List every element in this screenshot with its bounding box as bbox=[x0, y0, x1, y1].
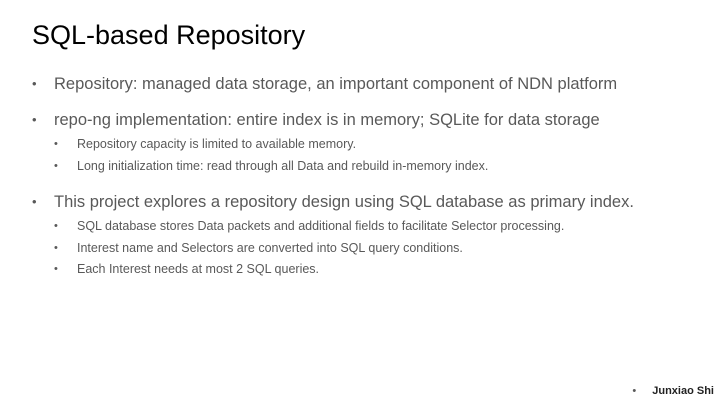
sub-bullet-text: Each Interest needs at most 2 SQL querie… bbox=[77, 262, 320, 276]
sub-bullet-item: • Long initialization time: read through… bbox=[54, 156, 712, 178]
bullet-icon: • bbox=[54, 138, 58, 150]
sub-bullet-text: Interest name and Selectors are converte… bbox=[77, 240, 463, 255]
sub-bullet-item: • SQL database stores Data packets and a… bbox=[54, 216, 712, 238]
bullet-group: • repo-ng implementation: entire index i… bbox=[32, 109, 712, 177]
bullet-item: • This project explores a repository des… bbox=[32, 191, 712, 213]
bullet-icon: • bbox=[32, 194, 37, 209]
bullet-list: • Repository: managed data storage, an i… bbox=[32, 73, 712, 295]
bullet-group: • Repository: managed data storage, an i… bbox=[32, 73, 712, 95]
bullet-icon: • bbox=[54, 159, 58, 172]
sub-bullet-item: • Each Interest needs at most 2 SQL quer… bbox=[54, 259, 712, 281]
footer-author: Junxiao Shi bbox=[652, 385, 714, 397]
sub-bullet-list: • Repository capacity is limited to avai… bbox=[32, 134, 712, 177]
sub-bullet-text: SQL database stores Data packets and add… bbox=[77, 219, 565, 233]
bullet-icon: • bbox=[32, 76, 37, 91]
bullet-item: • repo-ng implementation: entire index i… bbox=[32, 109, 712, 131]
sub-bullet-text: Long initialization time: read through a… bbox=[77, 158, 489, 173]
bullet-icon: • bbox=[54, 220, 58, 232]
sub-bullet-list: • SQL database stores Data packets and a… bbox=[32, 216, 712, 281]
bullet-icon: • bbox=[632, 385, 637, 397]
bullet-icon: • bbox=[32, 112, 37, 127]
slide-footer: • Junxiao Shi bbox=[632, 385, 714, 397]
sub-bullet-item: • Interest name and Selectors are conver… bbox=[54, 238, 712, 260]
slide-title: SQL-based Repository bbox=[32, 20, 306, 50]
bullet-text: repo-ng implementation: entire index is … bbox=[54, 111, 600, 129]
bullet-item: • Repository: managed data storage, an i… bbox=[32, 73, 712, 95]
bullet-text: Repository: managed data storage, an imp… bbox=[54, 75, 618, 93]
bullet-icon: • bbox=[54, 263, 58, 275]
bullet-group: • This project explores a repository des… bbox=[32, 191, 712, 281]
bullet-icon: • bbox=[54, 241, 58, 254]
sub-bullet-item: • Repository capacity is limited to avai… bbox=[54, 134, 712, 156]
bullet-text: This project explores a repository desig… bbox=[54, 193, 634, 211]
sub-bullet-text: Repository capacity is limited to availa… bbox=[77, 137, 357, 151]
